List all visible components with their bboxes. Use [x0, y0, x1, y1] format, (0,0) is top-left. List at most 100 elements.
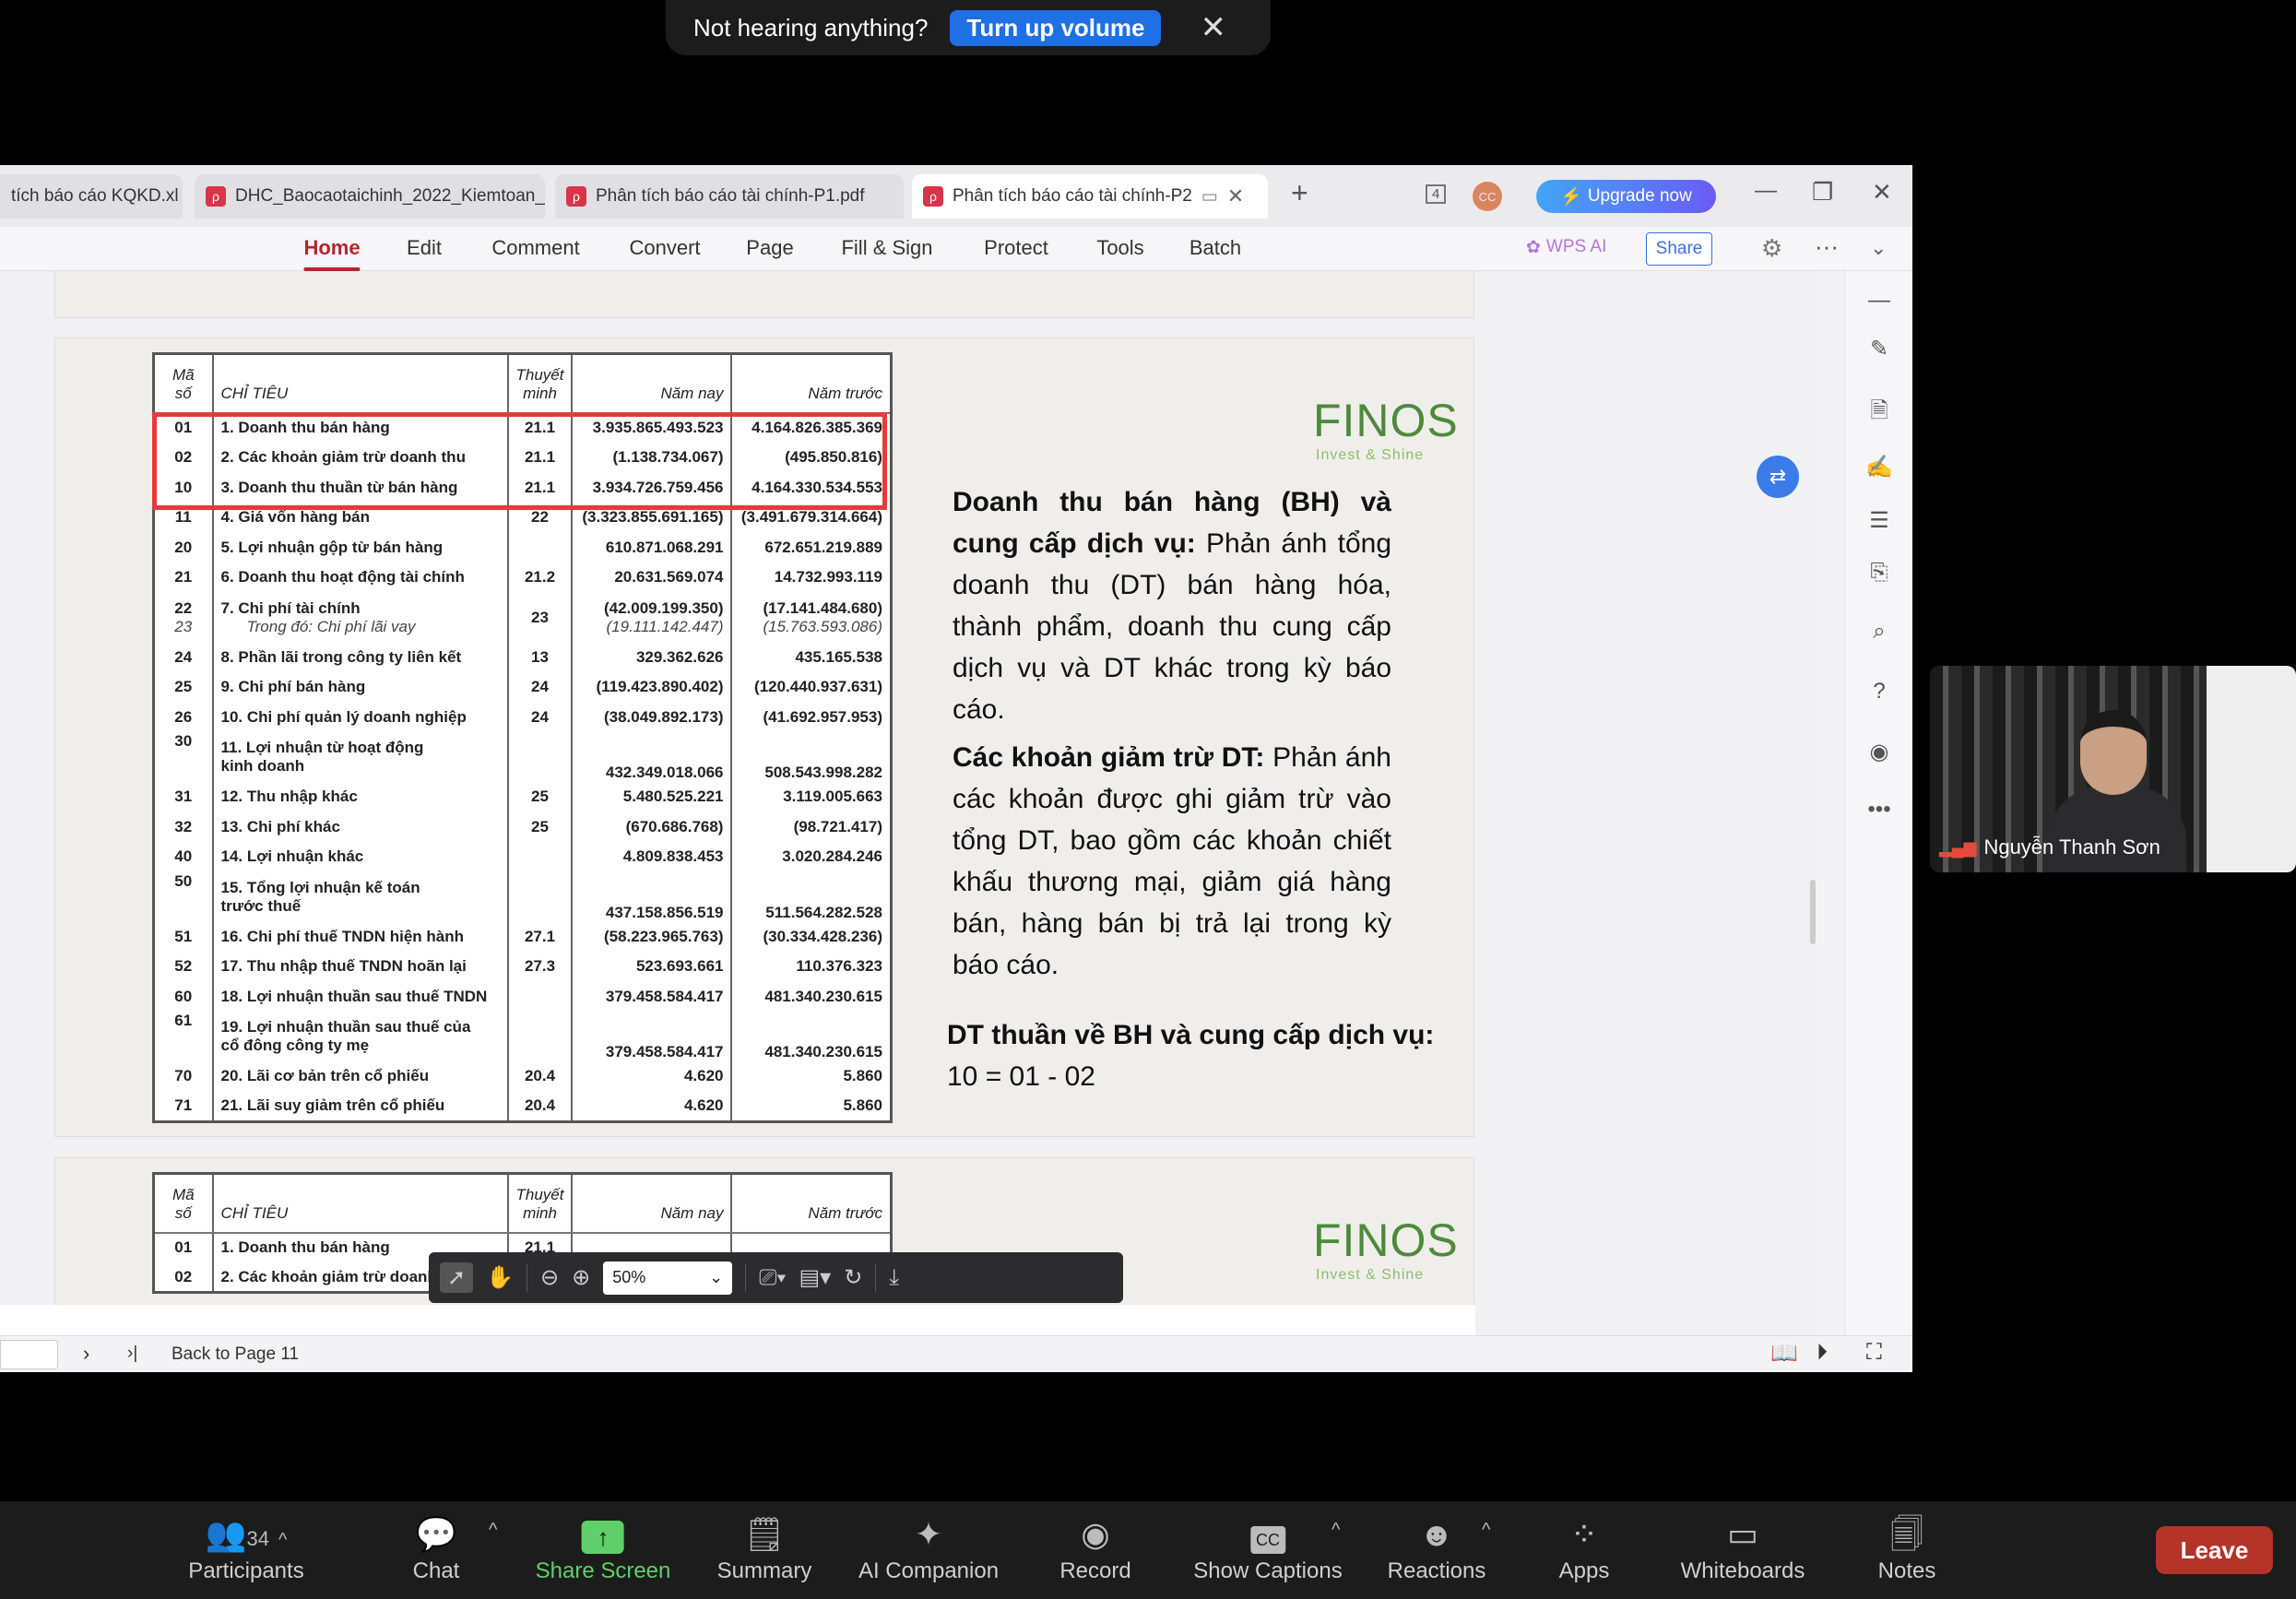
table-row: 51 16. Chi phí thuế TNDN hiện hành 27.1 (58…: [152, 921, 893, 952]
tab-kqkd[interactable]: tích báo cáo KQKD.xl: [0, 174, 183, 219]
cell-current: 20.631.569.074: [571, 563, 733, 593]
participants-count: 34: [246, 1527, 269, 1550]
notes-button[interactable]: 🗐 Notes: [1878, 1510, 1936, 1584]
close-window-button[interactable]: ✕: [1872, 178, 1892, 207]
document-icon[interactable]: 🗎: [1845, 395, 1913, 432]
cell-current: (119.423.890.402): [571, 672, 733, 703]
menu-convert[interactable]: Convert: [629, 236, 700, 260]
menu-home[interactable]: Home: [303, 236, 361, 271]
window-icon[interactable]: ▭: [1201, 186, 1218, 207]
menu-tools[interactable]: Tools: [1096, 236, 1143, 260]
menu-page[interactable]: Page: [746, 236, 793, 260]
upgrade-now-button[interactable]: ⚡ Upgrade now: [1536, 180, 1716, 213]
menu-edit[interactable]: Edit: [407, 236, 442, 260]
search-icon[interactable]: ⌕: [1845, 619, 1913, 645]
cell-current: (42.009.199.350) (19.111.142.447): [571, 592, 733, 643]
close-notification-icon[interactable]: ✕: [1200, 9, 1226, 46]
apps-icon: ⁘: [1569, 1515, 1599, 1553]
column-header: CHỈ TIÊU: [211, 1173, 509, 1234]
more-options-icon[interactable]: ···: [1815, 232, 1839, 261]
participants-button[interactable]: 👥34 ^ Participants: [188, 1510, 303, 1584]
reactions-chevron-up-icon[interactable]: ^: [1482, 1520, 1490, 1541]
translate-float-icon[interactable]: ⇄: [1757, 456, 1799, 498]
wps-ai-button[interactable]: ✿ WPS AI: [1526, 237, 1606, 258]
cell-note: [506, 1012, 574, 1061]
chat-chevron-up-icon[interactable]: ^: [489, 1520, 497, 1541]
cell-note: 21.2: [506, 563, 574, 593]
sign-icon[interactable]: ✍: [1845, 454, 1913, 480]
summary-button[interactable]: 🗒 Summary: [717, 1510, 812, 1584]
more-tools-icon[interactable]: •••: [1845, 797, 1913, 823]
captions-chevron-up-icon[interactable]: ^: [1331, 1520, 1340, 1541]
cell-code: 24: [152, 642, 214, 672]
reactions-button[interactable]: ☻ Reactions: [1388, 1510, 1486, 1584]
rotate-icon[interactable]: ↻: [844, 1264, 862, 1291]
outline-icon[interactable]: ☰: [1845, 507, 1913, 534]
share-screen-button[interactable]: ↑ Share Screen: [535, 1510, 671, 1584]
cell-label: 13. Chi phí khác: [211, 811, 509, 842]
last-page-button[interactable]: ›|: [127, 1344, 137, 1364]
menu-fill-sign[interactable]: Fill & Sign: [841, 236, 932, 260]
chat-label: Chat: [412, 1558, 460, 1583]
edit-icon[interactable]: ✎: [1845, 336, 1913, 362]
cell-code: 20: [152, 532, 214, 563]
menu-protect[interactable]: Protect: [984, 236, 1048, 260]
participant-video-tile[interactable]: ▂▄▆ Nguyễn Thanh Sơn: [1930, 666, 2296, 872]
next-page-button[interactable]: ›: [83, 1342, 89, 1366]
share-button[interactable]: Share: [1646, 232, 1712, 266]
bookmark-icon[interactable]: ⎘: [1845, 560, 1913, 586]
chevron-down-icon[interactable]: ⌄: [1870, 236, 1887, 260]
chat-icon: 💬: [415, 1515, 457, 1553]
cell-previous: 481.340.230.615: [730, 981, 893, 1012]
scroll-mode-icon[interactable]: ⤓: [889, 1265, 899, 1291]
record-button[interactable]: ◉ Record: [1059, 1510, 1130, 1584]
chat-button[interactable]: 💬 Chat: [413, 1510, 460, 1584]
menu-batch[interactable]: Batch: [1189, 236, 1241, 260]
chevron-up-icon[interactable]: ^: [278, 1530, 287, 1550]
apps-label: Apps: [1558, 1558, 1610, 1583]
scrollbar[interactable]: [1810, 308, 1816, 1322]
minimize-button[interactable]: —: [1755, 178, 1777, 204]
status-bar: › ›| Back to Page 11 📖 ⏵ ⛶: [0, 1335, 1912, 1372]
cell-code: 01: [152, 1232, 214, 1262]
ai-companion-button[interactable]: ✦ AI Companion: [858, 1510, 999, 1584]
menu-comment[interactable]: Comment: [491, 236, 579, 260]
zoom-out-icon[interactable]: ⊖: [540, 1264, 559, 1291]
tab-p2[interactable]: ρ Phân tích báo cáo tài chính-P2 ▭ ✕: [912, 174, 1268, 219]
apps-button[interactable]: ⁘ Apps: [1559, 1510, 1610, 1584]
select-cursor-icon[interactable]: ➚: [440, 1262, 474, 1293]
leave-button[interactable]: Leave: [2156, 1526, 2273, 1574]
zoom-level-select[interactable]: 50% ⌄: [603, 1261, 733, 1295]
page-view-icon[interactable]: ▤▾: [799, 1264, 832, 1291]
share-screen-label: Share Screen: [535, 1558, 671, 1583]
show-captions-label: Show Captions: [1193, 1558, 1343, 1583]
fullscreen-icon[interactable]: ⛶: [1866, 1340, 1882, 1366]
restore-button[interactable]: ❐: [1812, 178, 1833, 207]
help-icon[interactable]: ?: [1845, 679, 1913, 705]
participants-icon: 👥: [205, 1515, 247, 1553]
cell-code: 25: [152, 672, 214, 703]
read-mode-icon[interactable]: 📖: [1770, 1340, 1798, 1367]
tab-p1[interactable]: ρ Phân tích báo cáo tài chính-P1.pdf: [555, 174, 904, 219]
add-tab-icon[interactable]: +: [1291, 176, 1308, 210]
zoom-in-icon[interactable]: ⊕: [572, 1264, 590, 1291]
avatar[interactable]: CC: [1473, 182, 1502, 211]
turn-up-volume-button[interactable]: Turn up volume: [950, 9, 1162, 46]
tab-dhc-report[interactable]: ρ DHC_Baocaotaichinh_2022_Kiemtoan_: [195, 174, 545, 219]
collapse-icon[interactable]: —: [1845, 288, 1913, 314]
hand-tool-icon[interactable]: ✋: [486, 1264, 514, 1291]
page-number-input[interactable]: [0, 1340, 58, 1369]
fit-page-icon[interactable]: ⎚▾: [759, 1265, 786, 1291]
formula: 10 = 01 - 02: [947, 1061, 1095, 1092]
play-icon[interactable]: ⏵: [1817, 1340, 1828, 1366]
notes-icon: 🗐: [1890, 1515, 1923, 1553]
cell-current: 4.620: [571, 1061, 733, 1092]
eye-icon[interactable]: ◉: [1845, 739, 1913, 765]
settings-gear-icon[interactable]: ⚙: [1761, 234, 1782, 263]
show-captions-button[interactable]: CC Show Captions: [1193, 1510, 1343, 1584]
back-to-page-link[interactable]: Back to Page 11: [172, 1344, 299, 1365]
close-tab-icon[interactable]: ✕: [1227, 184, 1244, 208]
whiteboards-button[interactable]: ▭ Whiteboards: [1681, 1510, 1805, 1584]
document-viewport[interactable]: Mã số CHỈ TIÊU Thuyết minh Năm nay Năm trước…: [0, 271, 1816, 1335]
pages-badge[interactable]: 4: [1426, 184, 1447, 204]
